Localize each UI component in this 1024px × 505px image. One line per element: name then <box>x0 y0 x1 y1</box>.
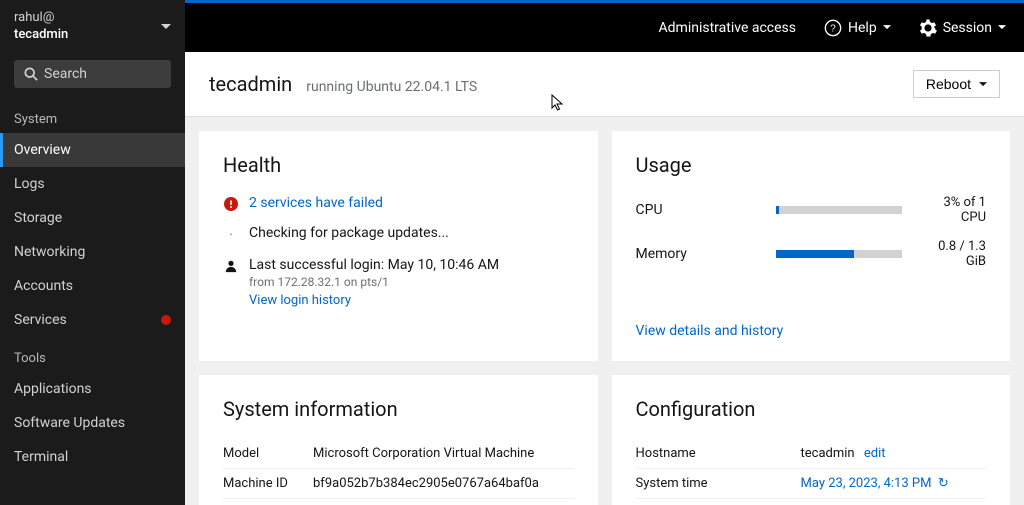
hostname-label: Hostname <box>636 446 801 461</box>
chevron-down-icon <box>161 24 171 30</box>
systime-label: System time <box>636 476 801 491</box>
topbar: Administrative access ? Help Session <box>185 0 1024 52</box>
sidebar-user-host: tecadmin <box>14 27 68 44</box>
chevron-down-icon <box>998 25 1006 30</box>
config-card: Configuration Hostname tecadmin edit Sys… <box>612 375 1011 505</box>
health-title: Health <box>223 153 574 177</box>
help-menu[interactable]: ? Help <box>824 19 891 37</box>
sidebar-item-overview[interactable]: Overview <box>0 133 185 167</box>
last-login-from: from 172.28.32.1 on pts/1 <box>249 275 499 289</box>
page-title: tecadmin <box>209 72 292 96</box>
failed-services-link[interactable]: 2 services have failed <box>249 195 383 211</box>
health-card: Health 2 services have failed · Checking… <box>199 131 598 361</box>
sidebar-item-logs[interactable]: Logs <box>0 167 185 201</box>
bullet-icon: · <box>229 227 233 243</box>
sysinfo-card: System information ModelMicrosoft Corpor… <box>199 375 598 505</box>
usage-title: Usage <box>636 153 987 177</box>
admin-access-toggle[interactable]: Administrative access <box>659 20 796 36</box>
sysinfo-title: System information <box>223 397 574 421</box>
sidebar-item-services[interactable]: Services <box>0 303 185 337</box>
sysinfo-row: ModelMicrosoft Corporation Virtual Machi… <box>223 439 574 468</box>
sync-icon: ↻ <box>938 476 949 491</box>
memory-bar <box>776 250 903 258</box>
sidebar-item-accounts[interactable]: Accounts <box>0 269 185 303</box>
user-icon <box>224 259 238 273</box>
cpu-bar <box>776 206 903 214</box>
search-icon <box>24 67 38 81</box>
nav-group-label: System <box>0 98 185 133</box>
error-icon <box>224 197 238 211</box>
subheader: tecadmin running Ubuntu 22.04.1 LTS Rebo… <box>185 52 1024 117</box>
config-title: Configuration <box>636 397 987 421</box>
hostname-value: tecadmin <box>801 446 855 461</box>
login-history-link[interactable]: View login history <box>249 293 351 308</box>
session-menu[interactable]: Session <box>919 19 1006 37</box>
sidebar-user-line1: rahul@ <box>14 10 68 27</box>
sidebar-item-applications[interactable]: Applications <box>0 372 185 406</box>
sidebar: rahul@ tecadmin Search SystemOverviewLog… <box>0 0 185 505</box>
last-login-text: Last successful login: May 10, 10:46 AM <box>249 257 499 273</box>
sysinfo-row: Uptime7 minutes <box>223 498 574 505</box>
sidebar-search[interactable]: Search <box>14 60 171 88</box>
cpu-value: 3% of 1 CPU <box>916 195 986 225</box>
hostname-edit-link[interactable]: edit <box>864 446 886 461</box>
gear-icon <box>919 19 937 37</box>
chevron-down-icon <box>979 82 987 87</box>
sidebar-item-software-updates[interactable]: Software Updates <box>0 406 185 440</box>
usage-details-link[interactable]: View details and history <box>636 323 784 339</box>
memory-value: 0.8 / 1.3 GiB <box>916 239 986 269</box>
sidebar-item-terminal[interactable]: Terminal <box>0 440 185 474</box>
sidebar-item-storage[interactable]: Storage <box>0 201 185 235</box>
reboot-button[interactable]: Reboot <box>913 70 1000 98</box>
memory-label: Memory <box>636 246 776 262</box>
os-string: running Ubuntu 22.04.1 LTS <box>306 79 477 95</box>
chevron-down-icon <box>883 25 891 30</box>
nav-group-label: Tools <box>0 337 185 372</box>
package-update-status: Checking for package updates... <box>249 225 449 241</box>
systime-link[interactable]: May 23, 2023, 4:13 PM <box>801 476 932 491</box>
cpu-label: CPU <box>636 202 776 218</box>
alert-badge <box>161 315 171 325</box>
sysinfo-row: Machine IDbf9a052b7b384ec2905e0767a64baf… <box>223 468 574 498</box>
help-icon: ? <box>824 19 842 37</box>
sidebar-user-menu[interactable]: rahul@ tecadmin <box>0 0 185 50</box>
sidebar-search-label: Search <box>44 66 87 82</box>
usage-card: Usage CPU 3% of 1 CPU Memory 0.8 / 1.3 G… <box>612 131 1011 361</box>
svg-text:?: ? <box>830 23 836 34</box>
sidebar-item-networking[interactable]: Networking <box>0 235 185 269</box>
